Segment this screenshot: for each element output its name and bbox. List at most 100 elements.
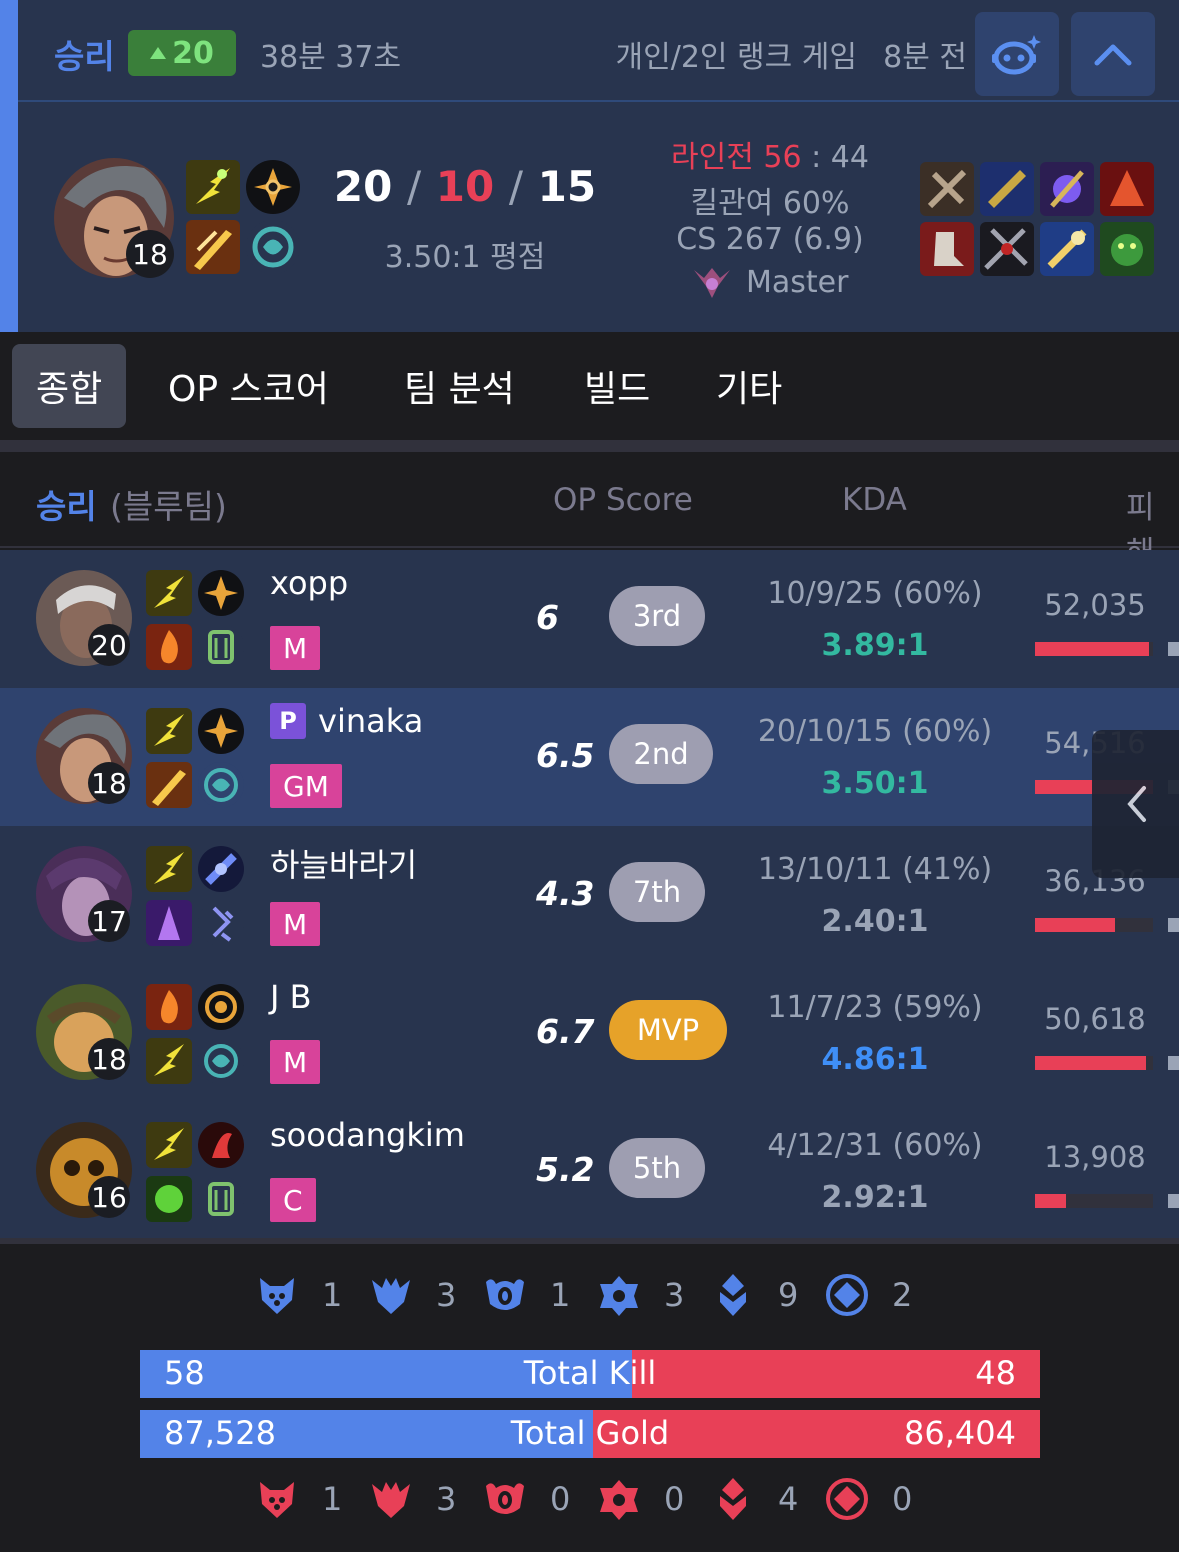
item-icon[interactable] xyxy=(920,162,974,216)
inhibitor-count: 0 xyxy=(892,1480,913,1518)
player-row-self[interactable]: 18 P vinaka GM 6.5 2nd 20/10/15 (60%) 3.… xyxy=(0,688,1179,826)
assists: 15 xyxy=(537,162,597,211)
ghost-spell-icon[interactable] xyxy=(186,220,240,274)
tab-etc[interactable]: 기타 xyxy=(716,344,782,428)
op-score: 6.7 xyxy=(536,1012,595,1051)
tab-build[interactable]: 빌드 xyxy=(584,344,650,428)
trinket-icon[interactable] xyxy=(1100,222,1154,276)
item-icon[interactable] xyxy=(1100,162,1154,216)
kda-ratio: 2.40:1 xyxy=(821,904,929,939)
tab-op-score[interactable]: OP 스코어 xyxy=(168,344,329,428)
op-score: 6.5 xyxy=(536,736,595,775)
ignite-spell-icon[interactable] xyxy=(146,624,192,670)
player-name[interactable]: soodangkim xyxy=(270,1116,465,1154)
summoner-name[interactable]: soodangkim xyxy=(270,1116,465,1154)
damage-taken-bar xyxy=(1168,918,1179,932)
resolve-rune-icon[interactable] xyxy=(198,1176,244,1222)
secondary-rune-icon[interactable] xyxy=(198,762,244,808)
tab-team-analysis[interactable]: 팀 분석 xyxy=(404,344,515,428)
flash-spell-icon[interactable] xyxy=(146,1122,192,1168)
summoner-name[interactable]: vinaka xyxy=(318,702,423,740)
ghost-spell-icon[interactable] xyxy=(146,762,192,808)
resolve-rune-icon[interactable] xyxy=(198,624,244,670)
op-score: 4.3 xyxy=(536,874,595,913)
dragon-count: 3 xyxy=(436,1276,457,1314)
secondary-rune-icon[interactable] xyxy=(198,1038,244,1084)
ghost-spell-icon[interactable] xyxy=(146,900,192,946)
voidgrub-icon xyxy=(260,1278,294,1314)
summoner-name[interactable]: 하늘바라기 xyxy=(270,840,417,886)
item-icon[interactable] xyxy=(980,162,1034,216)
flash-spell-icon[interactable] xyxy=(186,160,240,214)
dragon-count: 3 xyxy=(436,1480,457,1518)
match-summary-card[interactable]: 승리 20 38분 37초 개인/2인 랭크 게임 8분 전 18 20 / 1… xyxy=(0,0,1179,332)
player-name[interactable]: P vinaka xyxy=(270,702,423,740)
player-name[interactable]: 하늘바라기 xyxy=(270,840,417,886)
kda-detail: 4/12/31 (60%) xyxy=(767,1128,983,1163)
summoner-name[interactable]: J B xyxy=(270,978,312,1016)
inhibitor-count: 2 xyxy=(892,1276,913,1314)
damage-taken-bar xyxy=(1168,1194,1179,1208)
kda-ratio: 3.50:1 평점 xyxy=(384,240,546,275)
game-duration: 38분 37초 xyxy=(260,40,402,75)
damage-bar-fill xyxy=(1035,918,1116,932)
team-result: 승리 xyxy=(36,487,97,526)
damage-bar xyxy=(1035,918,1153,932)
secondary-rune-icon[interactable] xyxy=(246,220,300,274)
tier-badge: M xyxy=(270,626,321,670)
kda-separator: / xyxy=(406,162,422,211)
player-name[interactable]: xopp xyxy=(270,564,348,602)
tower-icon xyxy=(720,1274,746,1316)
total-gold-red: 86,404 xyxy=(904,1414,1016,1452)
damage-bar xyxy=(1035,1056,1153,1070)
keystone-rune-icon[interactable] xyxy=(198,708,244,754)
item-icon[interactable] xyxy=(980,222,1034,276)
keystone-rune-icon[interactable] xyxy=(246,160,300,214)
ignite-spell-icon[interactable] xyxy=(146,984,192,1030)
herald-icon xyxy=(486,1279,524,1310)
keystone-rune-icon[interactable] xyxy=(198,846,244,892)
chevron-up-icon xyxy=(1094,44,1132,66)
cs-stat: CS 267 (6.9) xyxy=(676,222,864,257)
flash-spell-icon[interactable] xyxy=(146,846,192,892)
champion-level: 18 xyxy=(88,1038,130,1080)
queue-type: 개인/2인 랭크 게임 xyxy=(615,40,857,75)
player-row[interactable]: 20 xopp M 6 3rd 10/9/25 (60%) 3.89:1 52,… xyxy=(0,550,1179,688)
kill-participation: 킬관여 60% xyxy=(690,186,850,221)
flash-spell-icon[interactable] xyxy=(146,1038,192,1084)
flash-spell-icon[interactable] xyxy=(146,708,192,754)
keystone-rune-icon[interactable] xyxy=(198,570,244,616)
tier-badge: C xyxy=(270,1178,316,1222)
win-accent-bar xyxy=(0,0,18,332)
team-totals: 1 3 1 3 9 2 58 Total Kill 48 87,528 Tota… xyxy=(0,1238,1179,1552)
player-name[interactable]: J B xyxy=(270,978,312,1016)
item-icon[interactable] xyxy=(1040,162,1094,216)
heal-spell-icon[interactable] xyxy=(146,1176,192,1222)
summoner-name[interactable]: xopp xyxy=(270,564,348,602)
player-row[interactable]: 17 하늘바라기 M 4.3 7th 13/10/11 (41%) 2.40:1… xyxy=(0,826,1179,964)
total-kill-label: Total Kill xyxy=(523,1354,657,1392)
collapse-button[interactable] xyxy=(1071,12,1155,96)
item-icon[interactable] xyxy=(1040,222,1094,276)
keystone-rune-icon[interactable] xyxy=(198,984,244,1030)
damage-taken-bar xyxy=(1168,1056,1179,1070)
keystone-rune-icon[interactable] xyxy=(198,1122,244,1168)
ai-analysis-button[interactable] xyxy=(975,12,1059,96)
red-objectives: 1 3 0 0 4 0 xyxy=(254,1476,938,1522)
mvp-badge: MVP xyxy=(609,1000,727,1060)
tab-overview[interactable]: 종합 xyxy=(12,344,127,428)
herald-icon xyxy=(486,1483,524,1514)
tier-name: Master xyxy=(746,264,849,300)
sorcery-rune-icon[interactable] xyxy=(198,900,244,946)
laning-them: 44 xyxy=(830,140,869,175)
player-row[interactable]: 18 J B M 6.7 MVP 11/7/23 (59%) 4.86:1 50… xyxy=(0,964,1179,1102)
player-row[interactable]: 16 soodangkim C 5.2 5th 4/12/31 (60%) 2.… xyxy=(0,1102,1179,1240)
champion-level: 17 xyxy=(88,900,130,942)
scroll-left-button[interactable] xyxy=(1092,730,1179,878)
rank-badge: 3rd xyxy=(609,586,705,646)
flash-spell-icon[interactable] xyxy=(146,570,192,616)
total-kill-red: 48 xyxy=(975,1354,1016,1392)
champion-level: 20 xyxy=(88,624,130,666)
grub-count: 1 xyxy=(322,1480,343,1518)
item-icon[interactable] xyxy=(920,222,974,276)
